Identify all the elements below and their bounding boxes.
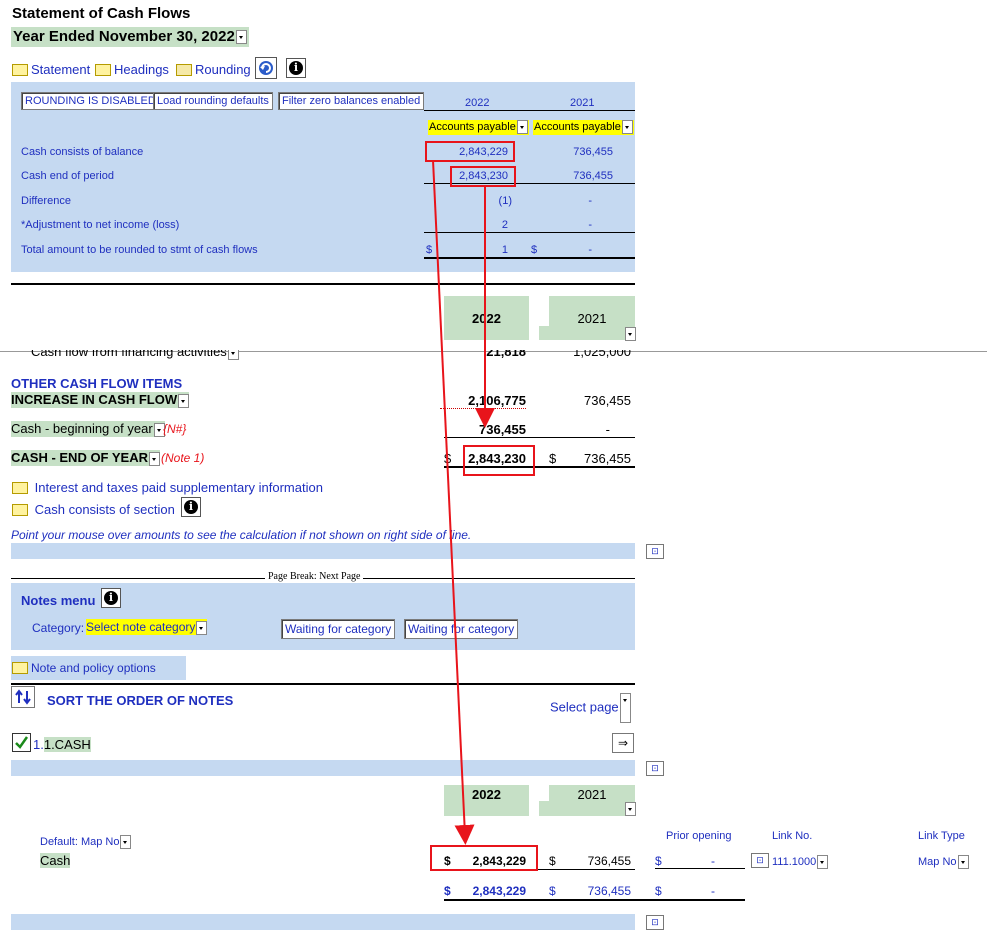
arrow-to-note-cash: [432, 159, 475, 845]
annotation-arrows: [432, 159, 495, 845]
